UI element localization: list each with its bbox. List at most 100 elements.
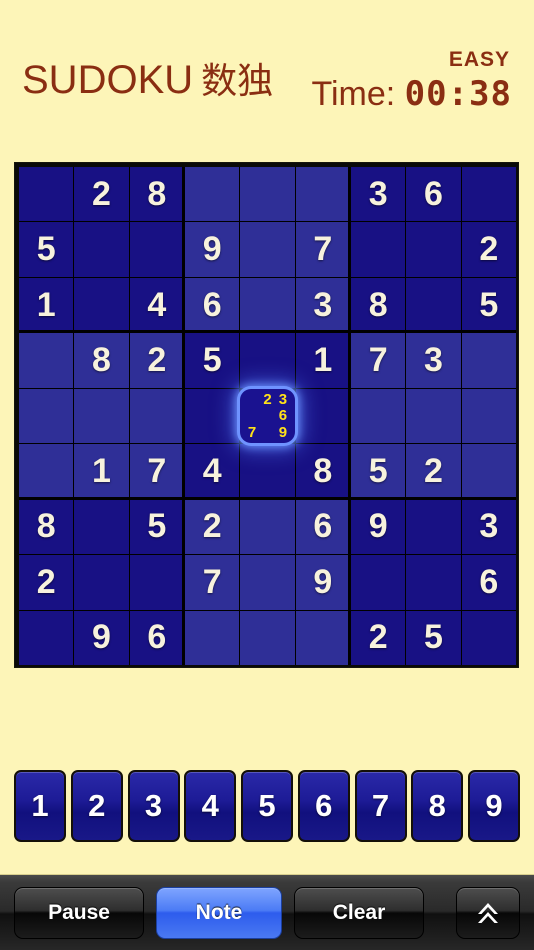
numpad-button-8[interactable]: 8 bbox=[411, 770, 464, 842]
board-cell[interactable] bbox=[461, 388, 516, 444]
board-cell[interactable] bbox=[184, 610, 240, 665]
board-cell[interactable] bbox=[184, 167, 240, 222]
board-cell[interactable]: 8 bbox=[129, 167, 184, 222]
board-cell[interactable]: 3 bbox=[461, 499, 516, 555]
board-cell[interactable] bbox=[406, 555, 461, 610]
board-cell[interactable] bbox=[295, 167, 350, 222]
board-cell[interactable] bbox=[461, 333, 516, 388]
board-cell[interactable] bbox=[19, 167, 74, 222]
board-cell[interactable] bbox=[19, 610, 74, 665]
board-cell[interactable]: 5 bbox=[406, 610, 461, 665]
board-cell[interactable]: 5 bbox=[461, 277, 516, 333]
board-cell[interactable] bbox=[19, 388, 74, 444]
sudoku-board[interactable]: 2836597214638582517323679174852852693279… bbox=[19, 167, 516, 665]
board-cell[interactable]: 3 bbox=[406, 333, 461, 388]
board-cell[interactable]: 6 bbox=[295, 499, 350, 555]
board-cell[interactable]: 3 bbox=[295, 277, 350, 333]
sudoku-board-frame: 2836597214638582517323679174852852693279… bbox=[14, 162, 519, 668]
board-cell-selected[interactable]: 236 7 9 bbox=[240, 388, 295, 444]
board-cell[interactable]: 2 bbox=[461, 222, 516, 277]
cell-value: 6 bbox=[479, 562, 499, 601]
note-button[interactable]: Note bbox=[156, 886, 282, 939]
board-cell[interactable]: 2 bbox=[350, 610, 406, 665]
clear-button[interactable]: Clear bbox=[294, 886, 424, 939]
board-cell[interactable] bbox=[129, 555, 184, 610]
board-cell[interactable]: 9 bbox=[184, 222, 240, 277]
board-cell[interactable] bbox=[406, 277, 461, 333]
board-cell[interactable] bbox=[295, 610, 350, 665]
board-cell[interactable]: 5 bbox=[129, 499, 184, 555]
board-cell[interactable] bbox=[74, 499, 129, 555]
board-cell[interactable] bbox=[295, 388, 350, 444]
board-cell[interactable]: 9 bbox=[295, 555, 350, 610]
cell-value: 8 bbox=[36, 507, 56, 546]
double-chevron-up-button[interactable] bbox=[456, 886, 520, 939]
numpad-button-4[interactable]: 4 bbox=[184, 770, 237, 842]
numpad-button-5[interactable]: 5 bbox=[241, 770, 293, 842]
board-cell[interactable] bbox=[74, 388, 129, 444]
board-cell[interactable] bbox=[240, 610, 295, 665]
board-cell[interactable]: 8 bbox=[350, 277, 406, 333]
board-cell[interactable]: 1 bbox=[295, 333, 350, 388]
board-cell[interactable]: 2 bbox=[184, 499, 240, 555]
numpad-button-1[interactable]: 1 bbox=[14, 770, 66, 842]
board-cell[interactable]: 5 bbox=[350, 444, 406, 499]
board-cell[interactable]: 6 bbox=[406, 167, 461, 222]
board-cell[interactable] bbox=[240, 444, 295, 499]
board-cell[interactable]: 9 bbox=[350, 499, 406, 555]
board-cell[interactable] bbox=[350, 222, 406, 277]
board-cell[interactable] bbox=[461, 167, 516, 222]
board-cell[interactable] bbox=[240, 222, 295, 277]
board-cell[interactable] bbox=[240, 333, 295, 388]
board-cell[interactable] bbox=[129, 388, 184, 444]
board-cell[interactable]: 5 bbox=[184, 333, 240, 388]
board-cell[interactable] bbox=[240, 167, 295, 222]
board-cell[interactable] bbox=[240, 555, 295, 610]
board-cell[interactable] bbox=[350, 555, 406, 610]
board-cell[interactable]: 8 bbox=[74, 333, 129, 388]
board-cell[interactable]: 7 bbox=[129, 444, 184, 499]
board-cell[interactable]: 2 bbox=[74, 167, 129, 222]
board-cell[interactable] bbox=[406, 222, 461, 277]
board-cell[interactable]: 2 bbox=[19, 555, 74, 610]
board-cell[interactable]: 7 bbox=[350, 333, 406, 388]
board-cell[interactable] bbox=[19, 444, 74, 499]
board-cell[interactable]: 2 bbox=[406, 444, 461, 499]
board-cell[interactable]: 4 bbox=[184, 444, 240, 499]
board-cell[interactable]: 6 bbox=[461, 555, 516, 610]
board-cell[interactable] bbox=[406, 388, 461, 444]
board-cell[interactable]: 8 bbox=[19, 499, 74, 555]
board-cell[interactable]: 8 bbox=[295, 444, 350, 499]
board-cell[interactable] bbox=[74, 555, 129, 610]
cell-value: 8 bbox=[147, 174, 167, 213]
board-cell[interactable]: 4 bbox=[129, 277, 184, 333]
board-cell[interactable]: 7 bbox=[295, 222, 350, 277]
board-cell[interactable]: 6 bbox=[184, 277, 240, 333]
numpad-button-3[interactable]: 3 bbox=[127, 770, 180, 842]
board-cell[interactable]: 2 bbox=[129, 333, 184, 388]
board-cell[interactable] bbox=[129, 222, 184, 277]
board-cell[interactable]: 9 bbox=[74, 610, 129, 665]
board-cell[interactable]: 3 bbox=[350, 167, 406, 222]
board-cell[interactable] bbox=[240, 277, 295, 333]
board-cell[interactable] bbox=[184, 388, 240, 444]
board-cell[interactable]: 5 bbox=[19, 222, 74, 277]
board-cell[interactable] bbox=[461, 444, 516, 499]
numpad-button-9[interactable]: 9 bbox=[468, 770, 520, 842]
board-cell[interactable] bbox=[19, 333, 74, 388]
board-cell[interactable] bbox=[74, 222, 129, 277]
board-cell[interactable]: 6 bbox=[129, 610, 184, 665]
board-cell[interactable] bbox=[461, 610, 516, 665]
pause-button[interactable]: Pause bbox=[14, 886, 144, 939]
board-cell[interactable]: 7 bbox=[184, 555, 240, 610]
board-cell[interactable] bbox=[350, 388, 406, 444]
board-cell[interactable] bbox=[74, 277, 129, 333]
board-cell[interactable]: 1 bbox=[19, 277, 74, 333]
board-cell[interactable]: 1 bbox=[74, 444, 129, 499]
numpad-button-2[interactable]: 2 bbox=[70, 770, 123, 842]
numpad-button-7[interactable]: 7 bbox=[354, 770, 407, 842]
cell-value: 6 bbox=[202, 285, 222, 324]
numpad-button-6[interactable]: 6 bbox=[297, 770, 350, 842]
board-cell[interactable] bbox=[406, 499, 461, 555]
board-cell[interactable] bbox=[240, 499, 295, 555]
